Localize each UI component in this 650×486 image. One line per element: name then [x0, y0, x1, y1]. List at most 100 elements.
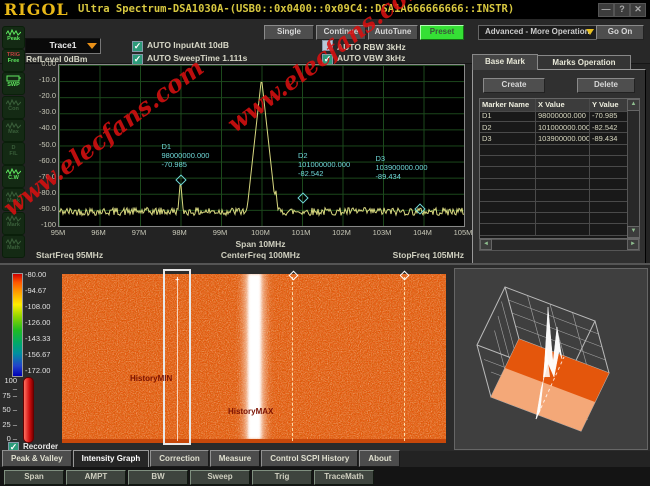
scroll-down-icon[interactable]: ▼ — [627, 226, 640, 238]
table-cell — [536, 202, 590, 213]
table-row[interactable] — [480, 224, 628, 235]
x-tick-label: 105M — [454, 228, 473, 237]
scale-tick-label: -126.00 — [25, 319, 50, 327]
scroll-left-icon[interactable]: ◄ — [480, 239, 492, 250]
auto-rbw-checkbox[interactable]: AUTO RBW 3kHz — [322, 40, 406, 50]
slider-tick-label: 25 – — [0, 421, 17, 429]
trig-button[interactable]: Trig — [252, 470, 312, 485]
x-tick-label: 95M — [51, 228, 66, 237]
table-row[interactable] — [480, 202, 628, 213]
sidebar-item-label: Peak — [3, 36, 24, 42]
rigol-logo: RIGOL — [4, 0, 69, 19]
table-cell — [590, 145, 628, 156]
sweep-button[interactable]: Sweep — [190, 470, 250, 485]
auto-vbw-label: AUTO VBW 3kHz — [337, 53, 405, 63]
minimize-icon[interactable]: — — [598, 3, 614, 17]
continue-button[interactable]: Continue — [316, 25, 366, 40]
ampt-button[interactable]: AMPT — [66, 470, 126, 485]
table-row[interactable]: D2101000000.000-82.542 — [480, 122, 628, 133]
table-row[interactable]: D3103900000.000-89.434 — [480, 133, 628, 144]
tracemath-button[interactable]: TraceMath — [314, 470, 374, 485]
history-min-label: HistoryMIN — [130, 374, 172, 383]
y-tick-label: -70.0 — [22, 173, 56, 181]
table-cell — [536, 213, 590, 224]
span-label: Span 10MHz — [58, 239, 463, 249]
table-cell — [480, 202, 536, 213]
sidebar-item-peak[interactable]: Peak — [2, 26, 25, 49]
chevron-down-icon — [586, 29, 594, 35]
bottom-button-bar: SpanAMPTBWSweepTrigTraceMath — [0, 467, 650, 486]
marker-label-d3: D3 103900000.000 -89.434 — [375, 154, 427, 181]
waterfall-plot[interactable]: HistoryMIN HistoryMAX — [62, 274, 446, 443]
tab-base-mark[interactable]: Base Mark — [472, 54, 538, 70]
go-on-button[interactable]: Go On — [596, 25, 644, 40]
table-cell: 98000000.000 — [536, 110, 590, 121]
close-icon[interactable]: ✕ — [630, 3, 646, 17]
waterfall-3d-view[interactable] — [454, 268, 648, 450]
help-icon[interactable]: ? — [614, 3, 630, 17]
table-row[interactable] — [480, 156, 628, 167]
table-cell — [480, 145, 536, 156]
auto-vbw-checkbox[interactable]: ✓AUTO VBW 3kHz — [322, 53, 405, 63]
base-mark-panel: Create Delete Marker NameX ValueY ValueD… — [472, 69, 646, 264]
table-cell — [536, 224, 590, 235]
table-cell — [590, 179, 628, 190]
create-button[interactable]: Create — [483, 78, 545, 93]
table-cell — [536, 167, 590, 178]
tab-about[interactable]: About — [359, 450, 400, 467]
table-row[interactable] — [480, 190, 628, 201]
scroll-up-icon[interactable]: ▲ — [627, 99, 640, 111]
delete-button[interactable]: Delete — [577, 78, 635, 93]
table-cell — [536, 190, 590, 201]
x-tick-label: 100M — [251, 228, 270, 237]
scroll-right-icon[interactable]: ► — [627, 239, 639, 250]
tab-control-scpi-history[interactable]: Control SCPI History — [261, 450, 358, 467]
x-tick-label: 102M — [332, 228, 351, 237]
advanced-more-operation-dropdown[interactable]: Advanced - More Operation — [478, 25, 598, 40]
scale-tick-label: -108.00 — [25, 303, 50, 311]
spectrum-plot[interactable]: D1 98000000.000 -70.985D2 101000000.000 … — [58, 64, 465, 227]
sidebar-item-math[interactable]: Math — [2, 235, 25, 258]
table-cell: 103900000.000 — [536, 133, 590, 144]
slider-tick-label: 100 – — [0, 377, 17, 385]
title-bar: RIGOL Ultra Spectrum-DSA1030A-(USB0::0x0… — [0, 0, 650, 19]
checkbox-checked-icon: ✓ — [132, 41, 143, 52]
table-cell: -89.434 — [590, 133, 628, 144]
scale-tick-label: -143.33 — [25, 335, 50, 343]
table-row[interactable] — [480, 213, 628, 224]
app-window: RIGOL Ultra Spectrum-DSA1030A-(USB0::0x0… — [0, 0, 650, 486]
autotune-button[interactable]: AutoTune — [368, 25, 418, 40]
single-button[interactable]: Single — [264, 25, 314, 40]
table-cell — [480, 179, 536, 190]
table-cell — [480, 190, 536, 201]
tab-correction[interactable]: Correction — [150, 450, 208, 467]
auto-sweeptime-checkbox[interactable]: ✓AUTO SweepTime 1.111s — [132, 53, 247, 63]
x-tick-label: 101M — [292, 228, 311, 237]
scale-tick-label: -156.67 — [25, 351, 50, 359]
auto-inputatt-checkbox[interactable]: ✓AUTO InputAtt 10dB — [132, 40, 229, 50]
tab-peak-valley[interactable]: Peak & Valley — [2, 450, 72, 467]
bw-button[interactable]: BW — [128, 470, 188, 485]
vertical-scrollbar[interactable]: ▲ ▼ — [627, 99, 639, 238]
table-row[interactable] — [480, 145, 628, 156]
preset-button[interactable]: Preset — [420, 25, 464, 40]
trace-select-dropdown[interactable]: Trace1 — [25, 38, 101, 54]
table-row[interactable] — [480, 179, 628, 190]
marker-table-header: Marker NameX ValueY Value — [480, 99, 628, 110]
marker-table: Marker NameX ValueY ValueD198000000.000-… — [479, 98, 640, 239]
tab-intensity-graph[interactable]: Intensity Graph — [73, 450, 150, 468]
horizontal-scrollbar[interactable]: ◄ ► — [479, 239, 640, 251]
scale-tick-label: -94.67 — [25, 287, 46, 295]
table-cell — [480, 167, 536, 178]
trace-chevron-down-icon — [87, 43, 97, 49]
table-cell — [536, 145, 590, 156]
intensity-slider[interactable] — [23, 377, 34, 443]
window-title: Ultra Spectrum-DSA1030A-(USB0::0x0400::0… — [78, 3, 514, 15]
slider-tick-label: 50 – — [0, 406, 17, 414]
tab-measure[interactable]: Measure — [210, 450, 260, 467]
x-tick-label: 99M — [213, 228, 228, 237]
table-row[interactable] — [480, 167, 628, 178]
span-button[interactable]: Span — [4, 470, 64, 485]
table-row[interactable]: D198000000.000-70.985 — [480, 110, 628, 121]
marker-label-d2: D2 101000000.000 -82.542 — [298, 151, 350, 178]
